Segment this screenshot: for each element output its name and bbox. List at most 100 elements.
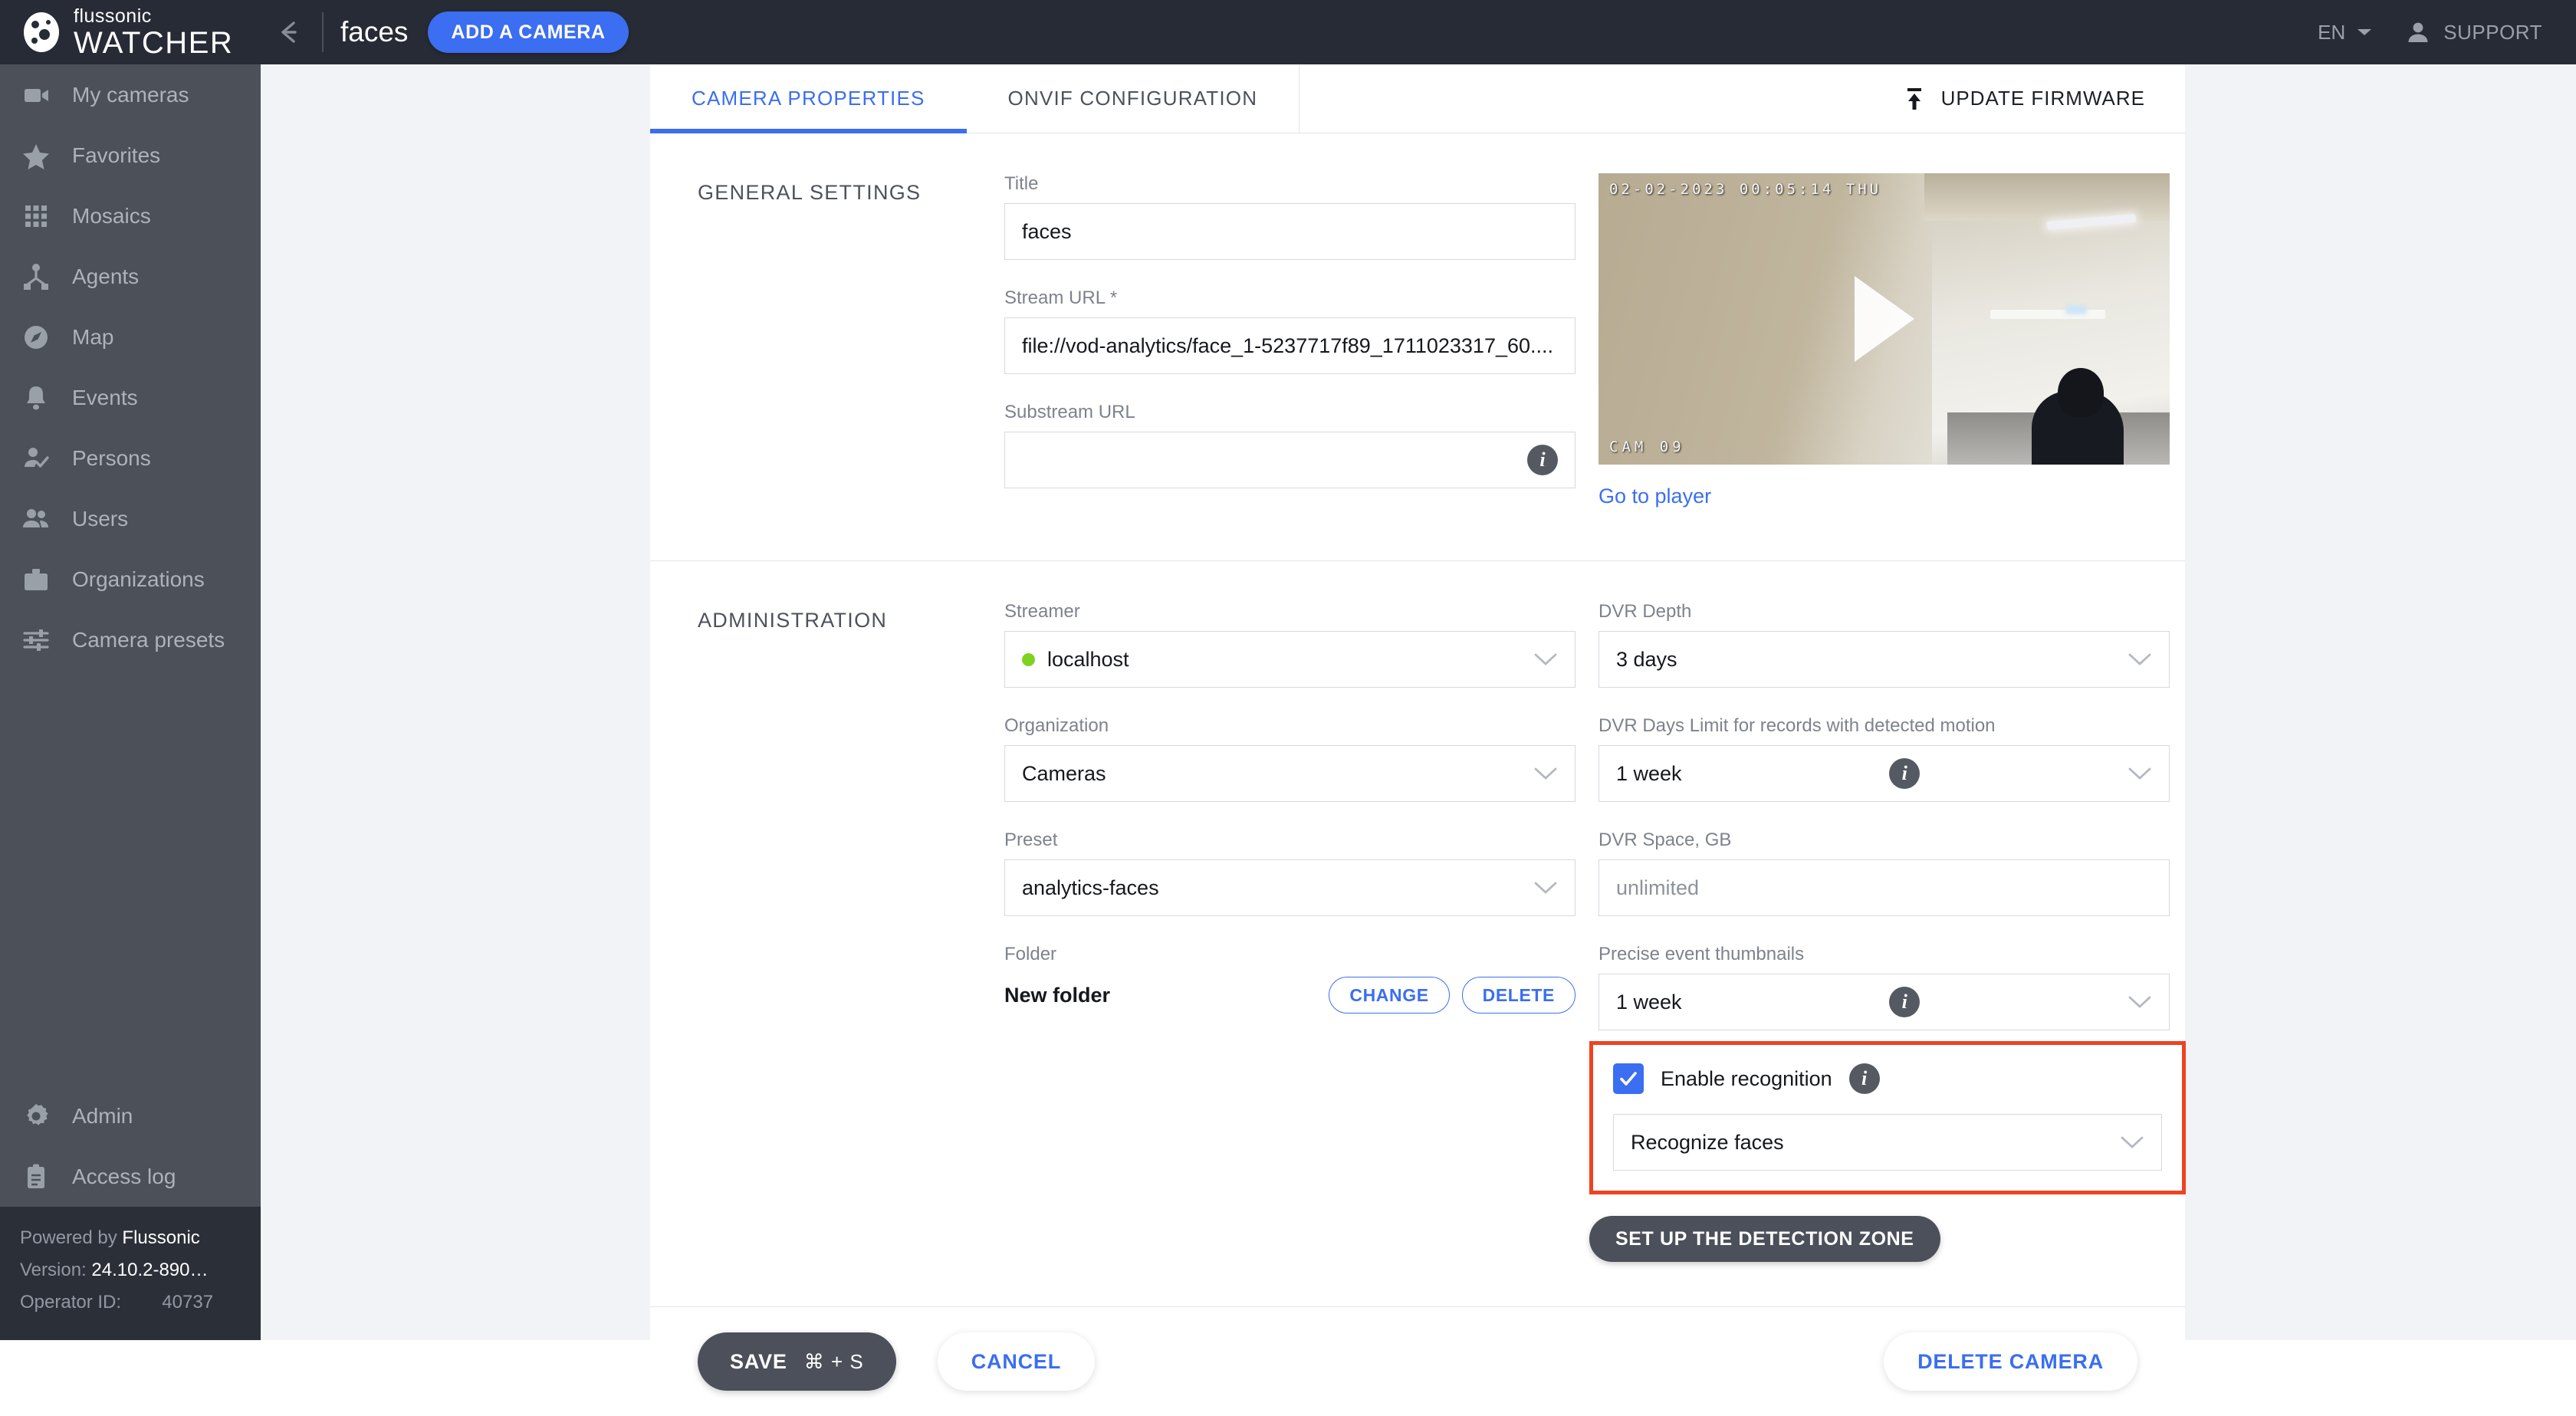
sidebar-item-camera-presets[interactable]: Camera presets (0, 609, 261, 670)
sidebar-item-organizations[interactable]: Organizations (0, 549, 261, 609)
streamer-select[interactable]: localhost (1004, 631, 1576, 688)
sidebar-item-agents[interactable]: Agents (0, 246, 261, 307)
recognition-mode-select[interactable]: Recognize faces (1613, 1114, 2162, 1171)
chevron-down-icon (2358, 29, 2372, 35)
set-up-detection-zone-button[interactable]: SET UP THE DETECTION ZONE (1589, 1216, 1940, 1262)
sidebar-item-my-cameras[interactable]: My cameras (0, 64, 261, 125)
dvr-days-limit-value: 1 week (1616, 761, 1682, 785)
info-icon[interactable]: i (1889, 758, 1921, 789)
sidebar-item-label: Favorites (72, 143, 161, 167)
sidebar-item-events[interactable]: Events (0, 367, 261, 428)
support-button[interactable]: SUPPORT (2405, 19, 2542, 45)
title-input[interactable]: faces (1004, 203, 1576, 260)
organization-select[interactable]: Cameras (1004, 745, 1576, 802)
camera-preview[interactable]: 02-02-2023 00:05:14 THU CAM 09 (1598, 173, 2170, 465)
update-firmware-button[interactable]: UPDATE FIRMWARE (1901, 64, 2185, 133)
chevron-down-icon (1533, 647, 1558, 672)
tab-camera-properties[interactable]: CAMERA PROPERTIES (650, 64, 967, 133)
tab-onvif-configuration[interactable]: ONVIF CONFIGURATION (967, 64, 1300, 133)
top-bar: flussonic WATCHER faces ADD A CAMERA EN … (0, 0, 2576, 64)
info-icon[interactable]: i (1527, 445, 1558, 475)
flussonic-logo-icon (24, 12, 59, 52)
preset-select[interactable]: analytics-faces (1004, 859, 1576, 916)
preview-person-head (2058, 368, 2104, 417)
sidebar-item-mosaics[interactable]: Mosaics (0, 186, 261, 246)
dvr-space-field-group: DVR Space, GB unlimited (1598, 830, 2170, 916)
info-icon[interactable]: i (1889, 987, 1921, 1017)
preview-window (1990, 310, 2105, 319)
organization-label: Organization (1004, 715, 1109, 736)
stream-url-field-group: Stream URL * file://vod-analytics/face_1… (1004, 287, 1576, 374)
sidebar-item-map[interactable]: Map (0, 307, 261, 367)
tabs-bar: CAMERA PROPERTIES ONVIF CONFIGURATION UP… (650, 64, 2185, 133)
folder-row: New folder CHANGE DELETE (1004, 974, 1576, 1017)
add-camera-button[interactable]: ADD A CAMERA (428, 11, 629, 53)
sidebar: My cameras Favorites Mosaics Agents Map … (0, 64, 261, 1340)
sidebar-item-label: Agents (72, 264, 140, 288)
operator-label: Operator ID: (20, 1292, 122, 1313)
clipboard-icon (20, 1161, 52, 1193)
dvr-days-limit-label: DVR Days Limit for records with detected… (1598, 715, 1996, 736)
back-arrow-icon[interactable] (268, 11, 310, 53)
delete-camera-button[interactable]: DELETE CAMERA (1884, 1332, 2137, 1391)
brand-top-text: flussonic (74, 5, 152, 27)
header-divider (322, 12, 324, 52)
sidebar-item-favorites[interactable]: Favorites (0, 125, 261, 186)
sidebar-item-persons[interactable]: Persons (0, 428, 261, 488)
sidebar-item-label: Map (72, 324, 114, 349)
folder-change-button[interactable]: CHANGE (1329, 977, 1450, 1014)
sidebar-item-label: Users (72, 506, 129, 531)
sidebar-item-users[interactable]: Users (0, 488, 261, 549)
dvr-depth-select[interactable]: 3 days (1598, 631, 2170, 688)
save-label: SAVE (730, 1349, 787, 1373)
chevron-down-icon (2128, 990, 2152, 1014)
administration-section: ADMINISTRATION Streamer localhost Organi… (650, 561, 2186, 1307)
chevron-down-icon (1533, 876, 1558, 900)
language-selector[interactable]: EN (2318, 21, 2373, 44)
play-icon[interactable] (1854, 276, 1914, 362)
sidebar-item-label: Persons (72, 445, 151, 470)
general-settings-section: GENERAL SETTINGS Title faces Stream URL … (650, 133, 2185, 561)
go-to-player-link[interactable]: Go to player (1598, 485, 1711, 508)
form-action-bar: SAVE ⌘ + S CANCEL DELETE CAMERA (650, 1307, 2185, 1416)
enable-recognition-checkbox[interactable] (1613, 1063, 1644, 1094)
dvr-depth-label: DVR Depth (1598, 601, 1692, 622)
dvr-days-limit-select[interactable]: 1 week i (1598, 745, 2170, 802)
info-icon[interactable]: i (1848, 1063, 1880, 1094)
precise-thumbnails-select[interactable]: 1 week i (1598, 974, 2170, 1030)
organization-value: Cameras (1022, 761, 1106, 785)
dvr-space-label: DVR Space, GB (1598, 830, 1732, 850)
preview-light-glow (2065, 305, 2087, 314)
dvr-space-input[interactable]: unlimited (1598, 859, 2170, 916)
streamer-status-dot (1022, 652, 1035, 666)
sidebar-item-admin[interactable]: Admin (0, 1086, 261, 1146)
cancel-button[interactable]: CANCEL (937, 1332, 1096, 1391)
folder-delete-button[interactable]: DELETE (1461, 977, 1576, 1014)
sidebar-item-label: Access log (72, 1164, 176, 1188)
upload-icon (1907, 87, 1921, 110)
update-firmware-label: UPDATE FIRMWARE (1940, 87, 2145, 110)
person-check-icon (20, 442, 52, 475)
operator-line: Operator ID: 40737 (20, 1286, 241, 1319)
gear-icon (20, 1100, 52, 1132)
enable-recognition-row[interactable]: Enable recognition i (1613, 1063, 2162, 1094)
brand-logo-block[interactable]: flussonic WATCHER (0, 0, 261, 64)
stream-url-input[interactable]: file://vod-analytics/face_1-5237717f89_1… (1004, 317, 1576, 374)
brand-bottom-text: WATCHER (74, 25, 234, 60)
powered-by-brand: Flussonic (122, 1227, 200, 1248)
organization-field-group: Organization Cameras (1004, 715, 1576, 802)
main-content: CAMERA PROPERTIES ONVIF CONFIGURATION UP… (261, 64, 2576, 1416)
camera-settings-card: CAMERA PROPERTIES ONVIF CONFIGURATION UP… (650, 64, 2186, 1416)
support-label: SUPPORT (2443, 20, 2542, 44)
save-button[interactable]: SAVE ⌘ + S (698, 1332, 896, 1391)
grid-icon (20, 200, 52, 232)
preview-camera-overlay: CAM 09 (1609, 439, 1685, 455)
video-camera-icon (20, 79, 52, 111)
save-shortcut-hint: ⌘ + S (803, 1349, 864, 1373)
recognition-highlight-block: Enable recognition i Recognize faces (1589, 1041, 2186, 1194)
recognition-mode-value: Recognize faces (1631, 1130, 1784, 1154)
substream-url-input[interactable]: i (1004, 432, 1576, 488)
sidebar-item-access-log[interactable]: Access log (0, 1146, 261, 1207)
streamer-field-group: Streamer localhost (1004, 601, 1576, 688)
